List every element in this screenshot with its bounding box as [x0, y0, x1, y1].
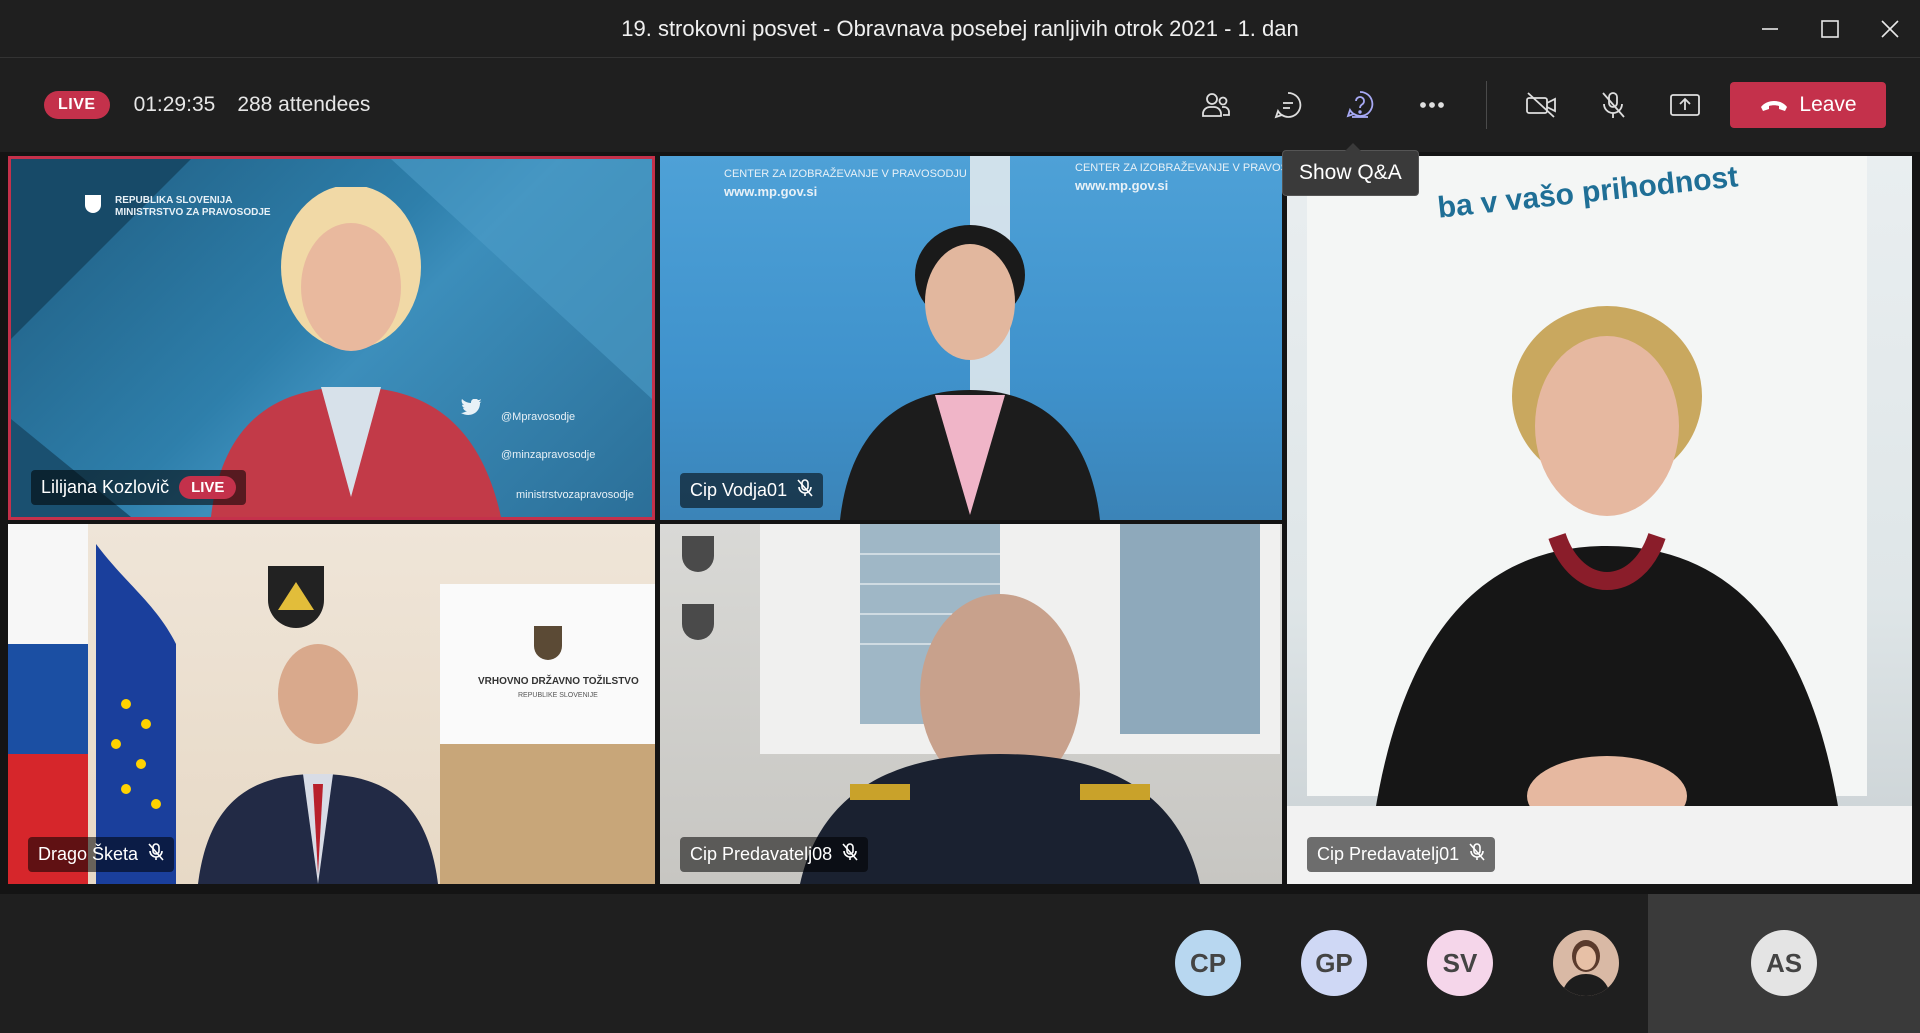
avatar-sv[interactable]: SV	[1427, 930, 1493, 996]
chat-icon	[1274, 92, 1302, 119]
tile-name-label: Cip Predavatelj08	[680, 837, 869, 872]
close-window-button[interactable]	[1860, 0, 1920, 58]
qna-icon	[1346, 91, 1374, 118]
muted-icon	[1469, 843, 1485, 866]
maximize-icon	[1821, 20, 1839, 38]
participant-name: Cip Vodja01	[690, 480, 788, 500]
meeting-toolbar: LIVE 01:29:35 288 attendees Leave	[0, 59, 1920, 151]
phone-hangup-icon	[1761, 101, 1788, 111]
banner-web-text: www.mp.gov.si	[724, 184, 818, 199]
maximize-button[interactable]	[1800, 0, 1860, 58]
meeting-timer: 01:29:35	[133, 93, 216, 116]
avatar-gp[interactable]: GP	[1301, 930, 1367, 996]
close-icon	[1881, 20, 1899, 38]
participant-name: Cip Predavatelj01	[1317, 844, 1460, 864]
presenter-figure	[211, 187, 501, 517]
speaker-figure	[840, 225, 1100, 520]
qna-tooltip: Show Q&A	[1282, 143, 1419, 196]
minimize-button[interactable]	[1740, 0, 1800, 58]
minimize-icon	[1762, 28, 1778, 30]
tile-name-label: Drago Šketa	[28, 837, 175, 872]
camera-off-icon	[1526, 92, 1556, 118]
video-tile-presenter[interactable]: REPUBLIKA SLOVENIJA MINISTRSTVO ZA PRAVO…	[8, 156, 655, 520]
mic-off-icon	[1602, 92, 1625, 118]
share-icon	[1670, 94, 1700, 116]
speaker-figure	[198, 644, 438, 884]
banner-center-text: CENTER ZA IZOBRAŽEVANJE V PRAVOSODJU	[724, 168, 967, 180]
window-title: 19. strokovni posvet - Obravnava posebej…	[621, 15, 1299, 41]
video-tile-cip-predavatelj08[interactable]: Cip Predavatelj08	[660, 524, 1282, 884]
video-stage: REPUBLIKA SLOVENIJA MINISTRSTVO ZA PRAVO…	[0, 152, 1920, 894]
window-controls	[1740, 0, 1920, 58]
banner-center-text-right: CENTER ZA IZOBRAŽEVANJE V PRAVOSODJU	[1075, 162, 1282, 174]
people-button[interactable]	[1180, 75, 1252, 135]
mic-button[interactable]	[1577, 75, 1649, 135]
avatar-initials: GP	[1315, 947, 1353, 978]
title-bar: 19. strokovni posvet - Obravnava posebej…	[0, 0, 1920, 58]
more-icon	[1420, 102, 1444, 108]
participant-strip: CP GP SV AS	[0, 894, 1920, 1033]
live-badge: LIVE	[44, 91, 110, 119]
avatar-initials: AS	[1765, 947, 1803, 978]
avatar-cp[interactable]: CP	[1175, 930, 1241, 996]
tile-name-label: Lilijana Kozlovič LIVE	[31, 470, 247, 505]
video-tile-cip-predavatelj01[interactable]: ba v vašo prihodnost Cip Predavatelj01	[1287, 156, 1912, 884]
prosecution-org-text: VRHOVNO DRŽAVNO TOŽILSTVO	[478, 676, 639, 687]
attendee-count: 288 attendees	[237, 93, 371, 116]
muted-icon	[797, 479, 813, 502]
prosecution-sub-text: REPUBLIKE SLOVENIJE	[518, 692, 598, 699]
avatar-photo[interactable]	[1553, 930, 1619, 996]
video-tile-drago-sketa[interactable]: VRHOVNO DRŽAVNO TOŽILSTVO REPUBLIKE SLOV…	[8, 524, 655, 884]
slovenian-flag-icon	[8, 524, 88, 884]
leave-label: Leave	[1799, 93, 1857, 116]
avatar-initials: SV	[1442, 947, 1478, 978]
coat-of-arms-icon	[85, 195, 101, 213]
user-photo-icon	[1561, 940, 1611, 996]
toolbar-actions	[1180, 59, 1721, 151]
video-tile-cip-vodja01[interactable]: CENTER ZA IZOBRAŽEVANJE V PRAVOSODJU www…	[660, 156, 1282, 520]
muted-icon	[842, 843, 858, 866]
chat-button[interactable]	[1252, 75, 1324, 135]
leave-button[interactable]: Leave	[1730, 82, 1886, 128]
avatar-initials: CP	[1189, 947, 1227, 978]
more-options-button[interactable]	[1396, 75, 1468, 135]
speaker-figure	[1367, 306, 1847, 876]
muted-icon	[148, 843, 164, 866]
tile-name-label: Cip Predavatelj01	[1307, 837, 1496, 872]
banner-web-text-right: www.mp.gov.si	[1075, 178, 1169, 193]
camera-button[interactable]	[1505, 75, 1577, 135]
participant-name: Drago Šketa	[38, 844, 139, 864]
participant-name: Lilijana Kozlovič	[41, 477, 170, 497]
eu-flag-icon	[96, 544, 176, 884]
live-badge-small: LIVE	[179, 476, 237, 499]
people-icon	[1202, 93, 1230, 117]
qna-button[interactable]	[1324, 75, 1396, 135]
avatar-as[interactable]: AS	[1751, 930, 1817, 996]
prosecution-emblem-icon	[534, 626, 562, 660]
police-badge-icon	[682, 536, 714, 640]
participant-name: Cip Predavatelj08	[690, 844, 833, 864]
tile-name-label: Cip Vodja01	[680, 473, 824, 508]
share-button[interactable]	[1649, 75, 1721, 135]
toolbar-divider	[1486, 81, 1487, 129]
